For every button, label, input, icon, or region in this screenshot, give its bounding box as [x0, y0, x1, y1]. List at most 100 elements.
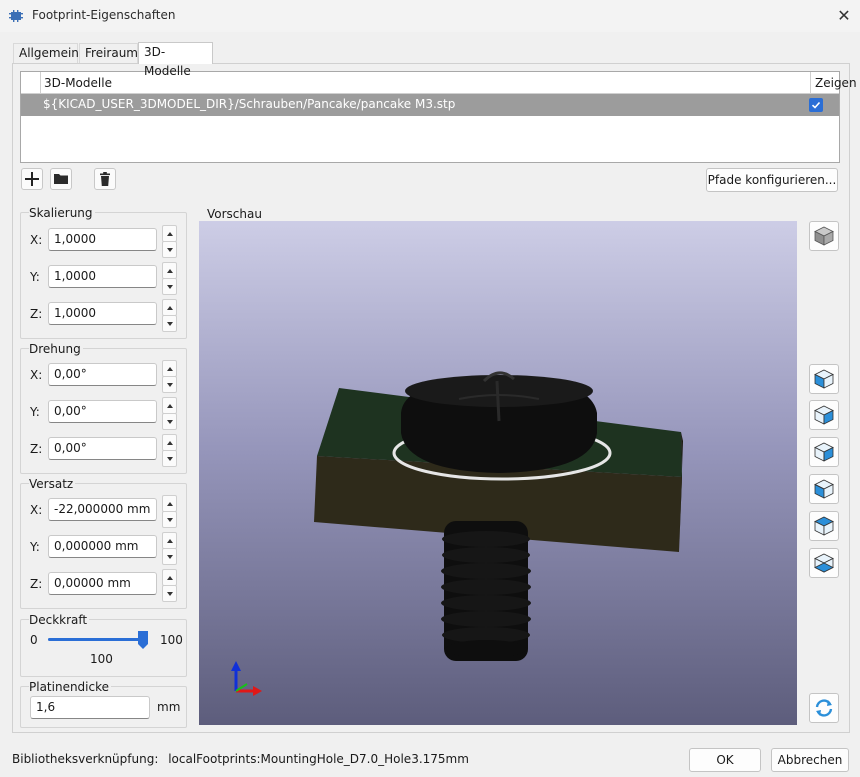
scale-x-decrement[interactable]	[162, 241, 177, 258]
offset-x-increment[interactable]	[162, 495, 177, 512]
view-right-button[interactable]	[809, 474, 839, 504]
rotation-title: Drehung	[29, 342, 83, 356]
scale-z-input[interactable]: 1,0000	[48, 302, 157, 325]
opacity-title: Deckkraft	[29, 613, 90, 627]
view-top-button[interactable]	[809, 511, 839, 541]
offset-y-input[interactable]: 0,000000 mm	[48, 535, 157, 558]
render-3d-button[interactable]	[809, 221, 839, 251]
browse-model-button[interactable]	[50, 168, 72, 190]
tab-allgemein[interactable]: Allgemein	[13, 43, 79, 64]
view-front-button[interactable]	[809, 364, 839, 394]
rotation-y-input[interactable]: 0,00°	[48, 400, 157, 423]
plus-icon	[25, 172, 39, 186]
kicad-footprint-app-icon	[9, 10, 23, 22]
library-link-label: Bibliotheksverknüpfung:	[12, 752, 159, 766]
library-link-value: localFootprints:MountingHole_D7.0_Hole3.…	[168, 752, 469, 766]
rotation-x-input[interactable]: 0,00°	[48, 363, 157, 386]
rotation-x-increment[interactable]	[162, 360, 177, 377]
scale-x-label: X:	[30, 233, 43, 247]
opacity-slider-fill	[48, 638, 148, 641]
tab-label: Freiraum	[85, 46, 138, 60]
close-window-button[interactable]: ✕	[830, 4, 858, 28]
offset-z-input[interactable]: 0,00000 mm	[48, 572, 157, 595]
close-icon: ✕	[837, 6, 851, 25]
scale-y-label: Y:	[30, 270, 40, 284]
scale-y-input[interactable]: 1,0000	[48, 265, 157, 288]
offset-title: Versatz	[29, 477, 76, 491]
opacity-slider-track[interactable]	[48, 638, 148, 641]
title-bar: Footprint-Eigenschaften ✕	[0, 0, 860, 32]
opacity-min-label: 0	[30, 633, 38, 647]
rotation-y-decrement[interactable]	[162, 413, 177, 430]
offset-z-decrement[interactable]	[162, 585, 177, 602]
header-divider	[810, 72, 811, 94]
offset-y-decrement[interactable]	[162, 548, 177, 565]
rotation-x-decrement[interactable]	[162, 376, 177, 393]
remove-model-button[interactable]	[94, 168, 116, 190]
view-back-icon	[814, 405, 834, 425]
view-right-icon	[814, 479, 834, 499]
cancel-button[interactable]: Abbrechen	[771, 748, 849, 772]
reload-preview-button[interactable]	[809, 693, 839, 723]
offset-y-label: Y:	[30, 540, 40, 554]
opacity-group	[20, 619, 187, 677]
offset-y-increment[interactable]	[162, 532, 177, 549]
rotation-x-label: X:	[30, 368, 43, 382]
checkmark-icon	[811, 101, 821, 109]
cube-3d-icon	[814, 226, 834, 246]
reload-icon	[815, 699, 833, 717]
preview-title: Vorschau	[207, 207, 262, 221]
model-path: ${KICAD_USER_3DMODEL_DIR}/Schrauben/Panc…	[43, 97, 456, 111]
models-table[interactable]: 3D-Modelle Zeigen ${KICAD_USER_3DMODEL_D…	[20, 71, 857, 163]
scale-y-increment[interactable]	[162, 262, 177, 279]
ok-button[interactable]: OK	[689, 748, 761, 772]
board-thickness-title: Platinendicke	[29, 680, 112, 694]
tab-freiraum[interactable]: Freiraum	[79, 43, 138, 64]
opacity-slider-thumb[interactable]	[137, 630, 149, 650]
rotation-z-increment[interactable]	[162, 434, 177, 451]
view-bottom-icon	[814, 553, 834, 573]
header-3d-models: 3D-Modelle	[44, 76, 112, 90]
scale-z-increment[interactable]	[162, 299, 177, 316]
view-left-button[interactable]	[809, 437, 839, 467]
view-bottom-button[interactable]	[809, 548, 839, 578]
rotation-y-label: Y:	[30, 405, 40, 419]
screw-head	[401, 371, 597, 473]
offset-x-decrement[interactable]	[162, 511, 177, 528]
board-thickness-unit: mm	[157, 700, 181, 714]
opacity-max-label: 100	[160, 633, 183, 647]
offset-x-input[interactable]: -22,000000 mm	[48, 498, 157, 521]
view-left-icon	[814, 442, 834, 462]
add-model-button[interactable]	[21, 168, 43, 190]
view-back-button[interactable]	[809, 400, 839, 430]
configure-paths-button[interactable]: Pfade konfigurieren...	[706, 168, 838, 192]
3d-preview-canvas[interactable]	[199, 221, 797, 725]
scale-y-decrement[interactable]	[162, 278, 177, 295]
offset-x-label: X:	[30, 503, 43, 517]
scale-z-decrement[interactable]	[162, 315, 177, 332]
library-link: Bibliotheksverknüpfung: localFootprints:…	[12, 752, 469, 766]
trash-icon	[100, 172, 110, 186]
table-row[interactable]: ${KICAD_USER_3DMODEL_DIR}/Schrauben/Panc…	[21, 94, 839, 116]
folder-icon	[54, 174, 68, 184]
scaling-title: Skalierung	[29, 206, 95, 220]
show-model-checkbox[interactable]	[809, 98, 823, 112]
axis-gizmo	[231, 661, 262, 696]
board-thickness-input[interactable]: 1,6	[30, 696, 150, 719]
header-show: Zeigen	[815, 76, 857, 90]
3d-model-render	[231, 371, 683, 696]
rotation-z-label: Z:	[30, 442, 43, 456]
tab-label: 3D-Modelle	[144, 45, 191, 78]
offset-z-increment[interactable]	[162, 569, 177, 586]
tab-3d-modelle[interactable]: 3D-Modelle	[138, 42, 213, 78]
scale-z-label: Z:	[30, 307, 43, 321]
scale-x-increment[interactable]	[162, 225, 177, 242]
offset-z-label: Z:	[30, 577, 43, 591]
view-top-icon	[814, 516, 834, 536]
rotation-z-input[interactable]: 0,00°	[48, 437, 157, 460]
window-title: Footprint-Eigenschaften	[32, 8, 176, 22]
rotation-z-decrement[interactable]	[162, 450, 177, 467]
rotation-y-increment[interactable]	[162, 397, 177, 414]
opacity-value-label: 100	[90, 652, 113, 666]
scale-x-input[interactable]: 1,0000	[48, 228, 157, 251]
